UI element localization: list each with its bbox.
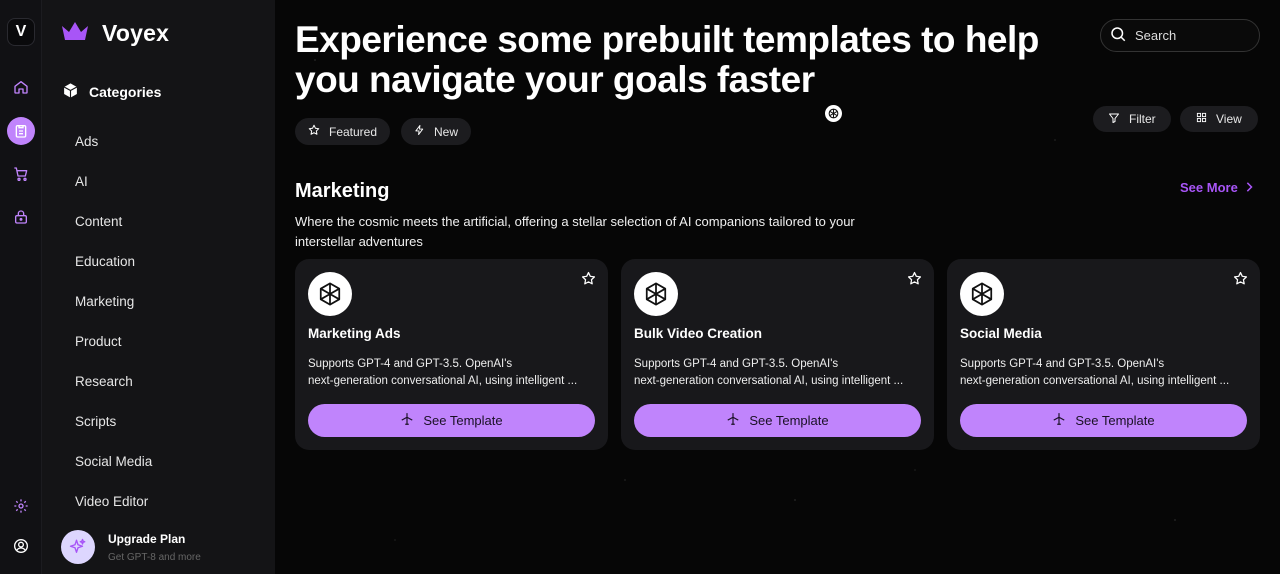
see-template-label: See Template [423, 413, 503, 428]
see-template-button[interactable]: See Template [634, 404, 921, 437]
sidebar-item-product[interactable]: Product [75, 332, 152, 372]
sidebar-item-education[interactable]: Education [75, 252, 152, 292]
search-input[interactable] [1135, 28, 1245, 43]
see-template-label: See Template [749, 413, 829, 428]
view-button[interactable]: View [1180, 106, 1258, 132]
openai-logo-icon [634, 272, 678, 316]
airplane-icon [1052, 412, 1066, 429]
search-icon [1109, 25, 1127, 46]
featured-filter[interactable]: Featured [295, 118, 391, 145]
see-more-label: See More [1180, 180, 1238, 195]
categories-heading: Categories [62, 82, 161, 102]
card-description-line: Supports GPT-4 and GPT-3.5. OpenAI's [308, 358, 513, 370]
card-description-line: next-generation conversational AI, using… [308, 375, 578, 387]
openai-icon [825, 105, 842, 122]
categories-heading-label: Categories [89, 84, 162, 100]
sidebar-item-content[interactable]: Content [75, 212, 152, 252]
see-template-label: See Template [1075, 413, 1155, 428]
home-icon[interactable] [7, 73, 35, 101]
filter-label: Filter [1129, 112, 1156, 126]
sidebar-item-social-media[interactable]: Social Media [75, 452, 152, 492]
card-description-line: Supports GPT-4 and GPT-3.5. OpenAI's [634, 358, 839, 370]
sparkle-icon [61, 530, 95, 564]
favorite-star-icon[interactable] [907, 271, 922, 286]
airplane-icon [400, 412, 414, 429]
favorite-star-icon[interactable] [1233, 271, 1248, 286]
view-label: View [1216, 112, 1242, 126]
upgrade-subtitle: Get GPT-8 and more [108, 551, 201, 563]
chevron-right-icon [1245, 180, 1253, 195]
brand-name: Voyex [102, 20, 170, 46]
card-description-line: next-generation conversational AI, using… [960, 375, 1230, 387]
sidebar-item-research[interactable]: Research [75, 372, 152, 412]
sidebar-item-ads[interactable]: Ads [75, 132, 152, 172]
section-title: Marketing [295, 180, 390, 202]
search-box[interactable] [1100, 19, 1260, 52]
card-title: Bulk Video Creation [634, 326, 763, 341]
grid-icon [1196, 112, 1207, 126]
brand[interactable]: Voyex [60, 20, 169, 47]
cart-icon[interactable] [7, 160, 35, 188]
card-description: Supports GPT-4 and GPT-3.5. OpenAI's nex… [308, 356, 598, 390]
page-title: Experience some prebuilt templates to he… [295, 19, 1039, 100]
sidebar-item-scripts[interactable]: Scripts [75, 412, 152, 452]
filter-button[interactable]: Filter [1093, 106, 1171, 132]
sidebar-item-marketing[interactable]: Marketing [75, 292, 152, 332]
upgrade-title: Upgrade Plan [108, 531, 186, 546]
template-card[interactable]: Bulk Video Creation Supports GPT-4 and G… [621, 259, 934, 450]
card-description: Supports GPT-4 and GPT-3.5. OpenAI's nex… [960, 356, 1250, 390]
openai-logo-icon [960, 272, 1004, 316]
clipboard-icon[interactable] [7, 117, 35, 145]
cube-icon [62, 82, 79, 102]
main-content: Experience some prebuilt templates to he… [275, 0, 1280, 574]
card-title: Social Media [960, 326, 1042, 341]
card-description: Supports GPT-4 and GPT-3.5. OpenAI's nex… [634, 356, 924, 390]
icon-rail: V [0, 0, 42, 574]
user-circle-icon[interactable] [7, 532, 35, 560]
category-sidebar: Voyex Categories Ads AI Content Educatio… [42, 0, 275, 574]
template-card[interactable]: Marketing Ads Supports GPT-4 and GPT-3.5… [295, 259, 608, 450]
app-logo[interactable]: V [7, 18, 35, 46]
upgrade-plan[interactable]: Upgrade Plan Get GPT-8 and more [61, 530, 201, 564]
star-icon [308, 124, 320, 139]
airplane-icon [726, 412, 740, 429]
card-description-line: next-generation conversational AI, using… [634, 375, 904, 387]
see-template-button[interactable]: See Template [960, 404, 1247, 437]
sidebar-item-ai[interactable]: AI [75, 172, 152, 212]
section-description: Where the cosmic meets the artificial, o… [295, 214, 855, 249]
favorite-star-icon[interactable] [581, 271, 596, 286]
see-more-link[interactable]: See More [1180, 180, 1253, 195]
lock-icon[interactable] [7, 203, 35, 231]
see-template-button[interactable]: See Template [308, 404, 595, 437]
card-description-line: Supports GPT-4 and GPT-3.5. OpenAI's [960, 358, 1165, 370]
sidebar-item-video-editor[interactable]: Video Editor [75, 492, 152, 532]
lightning-icon [414, 124, 425, 139]
funnel-icon [1108, 112, 1120, 127]
gear-icon[interactable] [7, 492, 35, 520]
card-title: Marketing Ads [308, 326, 401, 341]
new-label: New [434, 124, 459, 139]
new-filter[interactable]: New [401, 118, 472, 145]
crown-icon [60, 20, 90, 47]
openai-logo-icon [308, 272, 352, 316]
category-list: Ads AI Content Education Marketing Produ… [75, 132, 152, 532]
template-card[interactable]: Social Media Supports GPT-4 and GPT-3.5.… [947, 259, 1260, 450]
featured-label: Featured [329, 124, 378, 139]
